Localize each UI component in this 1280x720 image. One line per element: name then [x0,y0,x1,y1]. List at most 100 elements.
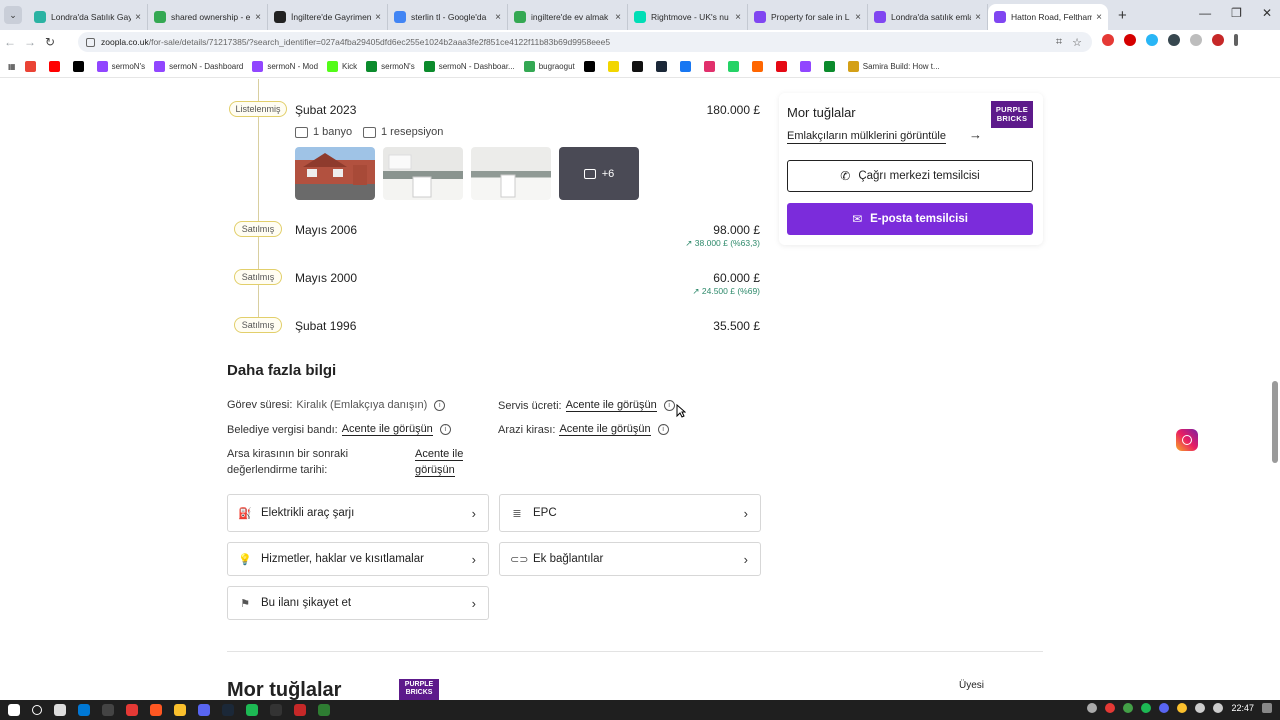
bookmark-item[interactable] [775,61,791,72]
bookmark-item[interactable] [655,61,671,72]
translate-icon[interactable]: ⌗ [1056,36,1062,49]
task-view-icon[interactable] [54,704,66,716]
browser-tab[interactable]: sterlin tl - Google'da × [388,4,508,30]
close-tab-icon[interactable]: × [735,12,741,23]
notifications-icon[interactable] [1262,703,1272,713]
close-tab-icon[interactable]: × [855,12,861,23]
info-icon[interactable]: i [434,399,446,411]
steam-icon[interactable] [222,704,234,716]
browser-tab[interactable]: İngiltere'de Gayrimen × [268,4,388,30]
bookmark-item[interactable]: sermoN's [366,61,415,72]
browser-tab[interactable]: Hatton Road, Feltham × [988,4,1108,30]
bookmark-item[interactable] [72,61,88,72]
tray-icon[interactable] [1177,703,1188,713]
app-icon[interactable] [150,704,162,716]
bookmark-item[interactable]: Samira Build: How t... [847,61,940,72]
spotify-icon[interactable] [246,704,258,716]
extension-icon[interactable] [1168,34,1180,46]
tab-search-button[interactable]: ⌄ [4,6,22,24]
epc-accordion[interactable]: ≣ EPC › [499,494,761,532]
photo-thumbnail-exterior[interactable] [295,147,375,200]
apps-grid-icon[interactable]: ▦ [8,62,16,71]
bookmark-item[interactable]: sermoN - Dashboar... [423,61,515,72]
email-agent-button[interactable]: ✉ E-posta temsilcisi [787,203,1033,235]
close-tab-icon[interactable]: × [375,12,381,23]
bookmark-item[interactable] [48,61,64,72]
bookmark-item[interactable] [679,61,695,72]
volume-icon[interactable] [1213,703,1224,713]
extension-icon[interactable] [1102,34,1114,46]
site-info-icon[interactable] [86,37,95,47]
browser-tab[interactable]: Londra'da Satılık Gay × [28,4,148,30]
council-tax-link[interactable]: Acente ile görüşün [341,423,433,436]
more-photos-button[interactable]: +6 [559,147,639,200]
browser-tab[interactable]: Property for sale in L × [748,4,868,30]
review-link-line[interactable]: görüşün [415,464,455,477]
opera-icon[interactable] [126,704,138,716]
obs-icon[interactable] [270,704,282,716]
new-tab-button[interactable]: + [1118,7,1127,24]
close-tab-icon[interactable]: × [975,12,981,23]
profile-avatar-icon[interactable] [1212,34,1224,46]
bookmark-item[interactable] [799,61,815,72]
utilities-rights-accordion[interactable]: 💡 Hizmetler, haklar ve kısıtlamalar › [227,542,489,576]
start-icon[interactable] [8,704,20,716]
tray-icon[interactable] [1087,703,1098,713]
close-tab-icon[interactable]: × [495,12,501,23]
info-icon[interactable]: i [439,424,451,435]
bookmark-item[interactable]: Kick [327,61,357,72]
close-tab-icon[interactable]: × [135,12,141,23]
url-field[interactable]: zoopla.co.uk/for-sale/details/71217385/?… [78,32,1092,52]
extensions-puzzle-icon[interactable] [1190,34,1202,46]
wifi-icon[interactable] [1195,703,1206,713]
bookmark-item[interactable] [751,61,767,72]
chrome-icon[interactable] [174,704,186,716]
bookmark-item[interactable] [823,61,839,72]
clock[interactable]: 22:47 [1231,703,1254,713]
bookmark-item[interactable]: sermoN - Dashboard [154,61,243,72]
tray-icon[interactable] [1123,703,1134,713]
browser-tab[interactable]: Rightmove - UK's nu × [628,4,748,30]
tray-icon[interactable] [1159,703,1170,713]
info-icon[interactable]: i [657,424,669,435]
ground-rent-link[interactable]: Acente ile görüşün [559,423,651,436]
ground-rent-review-link[interactable]: Acente ile görüşün [415,446,464,478]
bookmark-item[interactable] [703,61,719,72]
close-tab-icon[interactable]: × [615,12,621,23]
browser-menu-icon[interactable] [1234,34,1238,46]
bookmark-item[interactable] [631,61,647,72]
page-scrollbar[interactable] [1272,381,1278,463]
bookmark-star-icon[interactable]: ☆ [1072,36,1082,49]
opera-icon[interactable] [1124,34,1136,46]
extension-icon[interactable] [1146,34,1158,46]
bookmark-item[interactable]: bugraogut [523,61,575,72]
instagram-icon[interactable] [1176,429,1198,451]
app-icon[interactable] [294,704,306,716]
browser-tab[interactable]: ingiltere'de ev almak × [508,4,628,30]
info-icon[interactable]: i [663,400,675,411]
restore-button[interactable]: ❐ [1231,6,1242,20]
photo-thumbnail-kitchen-2[interactable] [471,147,551,200]
edge-icon[interactable] [78,704,90,716]
close-tab-icon[interactable]: × [255,12,261,23]
browser-tab[interactable]: Londra'da satılık emlá × [868,4,988,30]
bookmark-item[interactable]: sermoN - Mod [252,61,318,72]
view-agent-properties-link[interactable]: Emlakçıların mülklerini görüntüle [787,130,946,144]
browser-tab[interactable]: shared ownership - e × [148,4,268,30]
report-listing-accordion[interactable]: ⚑ Bu ilanı şikayet et › [227,586,489,620]
tray-icon[interactable] [1141,703,1152,713]
bookmark-item[interactable] [727,61,743,72]
bookmark-item[interactable] [583,61,599,72]
reload-icon[interactable]: ↻ [40,35,60,49]
bookmark-item[interactable] [24,61,40,72]
app-icon[interactable] [318,704,330,716]
bookmark-item[interactable] [607,61,623,72]
minimize-button[interactable]: — [1199,6,1211,20]
search-icon[interactable] [32,705,42,715]
photo-thumbnail-kitchen[interactable] [383,147,463,200]
back-icon[interactable]: ← [0,35,20,49]
review-link-line[interactable]: Acente ile [415,448,464,461]
app-icon[interactable] [102,704,114,716]
close-tab-icon[interactable]: × [1096,12,1102,23]
bookmark-item[interactable]: sermoN's [96,61,145,72]
